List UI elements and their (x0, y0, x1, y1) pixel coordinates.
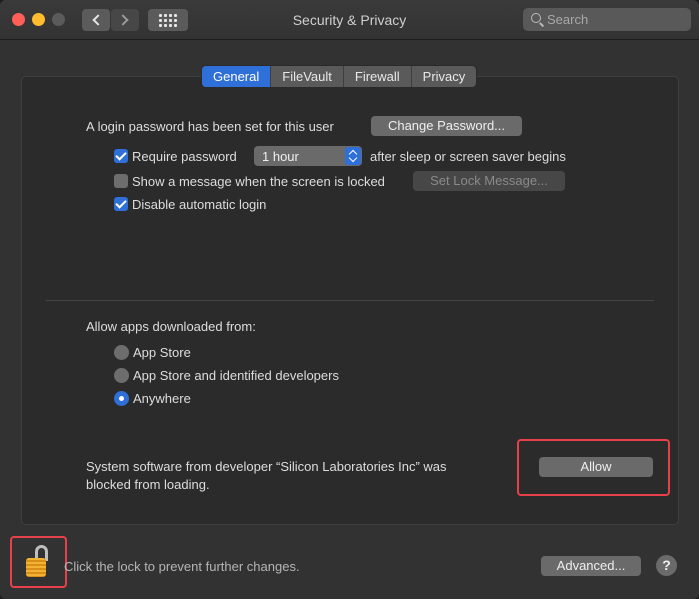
lock-highlight-box (10, 536, 67, 588)
show-message-label: Show a message when the screen is locked (132, 174, 385, 189)
require-password-suffix: after sleep or screen saver begins (370, 149, 566, 164)
tab-filevault[interactable]: FileVault (270, 66, 343, 87)
lock-status-text: Click the lock to prevent further change… (64, 559, 300, 574)
radio-app-store-label: App Store (133, 345, 191, 360)
radio-anywhere[interactable] (114, 391, 129, 406)
require-password-checkbox[interactable] (114, 149, 128, 163)
select-value: 1 hour (262, 149, 299, 164)
search-field[interactable] (523, 8, 691, 31)
select-arrows-icon (345, 147, 361, 165)
title-bar: Security & Privacy (0, 0, 699, 40)
section-divider (46, 300, 654, 301)
tab-bar: General FileVault Firewall Privacy (202, 66, 477, 87)
set-lock-message-button[interactable]: Set Lock Message... (413, 171, 565, 191)
allow-apps-heading: Allow apps downloaded from: (86, 319, 256, 334)
radio-app-store-identified-label: App Store and identified developers (133, 368, 339, 383)
show-message-checkbox[interactable] (114, 174, 128, 188)
tab-privacy[interactable]: Privacy (410, 66, 477, 87)
radio-app-store-identified[interactable] (114, 368, 129, 383)
security-privacy-window: Security & Privacy General FileVault Fir… (0, 0, 699, 599)
require-password-interval-select[interactable]: 1 hour (254, 146, 362, 166)
tab-general[interactable]: General (202, 66, 271, 87)
login-password-text: A login password has been set for this u… (86, 119, 334, 134)
blocked-software-text-line2: blocked from loading. (86, 477, 210, 492)
change-password-button[interactable]: Change Password... (371, 116, 522, 136)
tab-firewall[interactable]: Firewall (342, 66, 411, 87)
advanced-button[interactable]: Advanced... (541, 556, 641, 576)
search-input[interactable] (547, 11, 685, 28)
disable-auto-login-label: Disable automatic login (132, 197, 267, 212)
search-icon (531, 13, 541, 23)
blocked-software-text-line1: System software from developer “Silicon … (86, 459, 447, 474)
radio-anywhere-label: Anywhere (133, 391, 191, 406)
help-button[interactable]: ? (656, 555, 677, 576)
require-password-label: Require password (132, 149, 237, 164)
allow-highlight-box (517, 439, 670, 496)
disable-auto-login-checkbox[interactable] (114, 197, 128, 211)
radio-app-store[interactable] (114, 345, 129, 360)
